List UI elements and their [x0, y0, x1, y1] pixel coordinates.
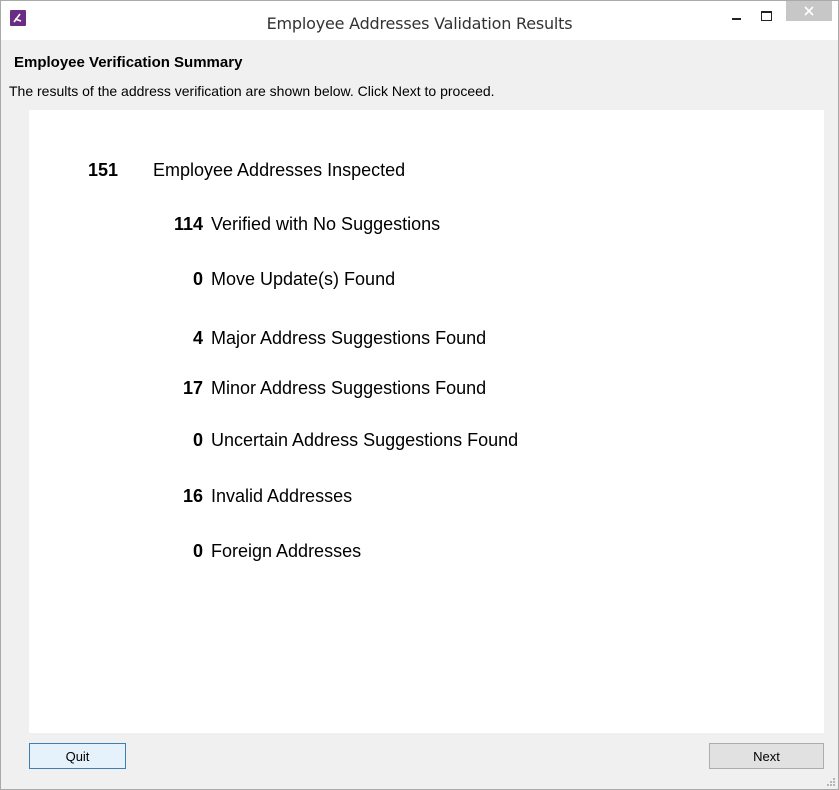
result-row-minor-suggestions: 17 Minor Address Suggestions Found [29, 378, 824, 402]
maximize-icon [761, 11, 772, 21]
summary-description: The results of the address verification … [9, 83, 495, 99]
close-button[interactable] [786, 1, 832, 21]
result-count: 0 [192, 541, 203, 561]
result-row-verified: 114 Verified with No Suggestions [29, 214, 824, 238]
result-label: Invalid Addresses [211, 486, 353, 506]
minimize-button[interactable] [724, 1, 750, 31]
result-row-foreign: 0 Foreign Addresses [29, 541, 824, 565]
result-label: Verified with No Suggestions [211, 214, 441, 234]
result-row-major-suggestions: 4 Major Address Suggestions Found [29, 328, 824, 352]
result-count: 0 [192, 269, 203, 289]
result-label: Foreign Addresses [211, 541, 362, 561]
result-count: 114 [173, 214, 203, 234]
result-count: 0 [192, 430, 203, 450]
window-title: Employee Addresses Validation Results [266, 14, 573, 33]
result-label: Uncertain Address Suggestions Found [211, 430, 519, 450]
next-button[interactable]: Next [709, 743, 824, 769]
title-bar[interactable]: Employee Addresses Validation Results [1, 1, 838, 40]
result-row-invalid: 16 Invalid Addresses [29, 486, 824, 510]
total-count: 151 [88, 160, 119, 180]
quit-button[interactable]: Quit [29, 743, 126, 769]
result-label: Move Update(s) Found [211, 269, 396, 289]
result-label: Minor Address Suggestions Found [211, 378, 487, 398]
summary-heading: Employee Verification Summary [14, 54, 243, 71]
maximize-button[interactable] [754, 1, 780, 31]
result-row-move-updates: 0 Move Update(s) Found [29, 269, 824, 293]
result-label: Major Address Suggestions Found [211, 328, 487, 348]
close-icon [804, 6, 814, 16]
result-count: 16 [182, 486, 203, 506]
minimize-icon [732, 18, 741, 20]
result-count: 4 [192, 328, 203, 348]
total-label: Employee Addresses Inspected [153, 160, 406, 180]
result-row-uncertain-suggestions: 0 Uncertain Address Suggestions Found [29, 430, 824, 454]
result-count: 17 [182, 378, 203, 398]
resize-grip-icon[interactable] [826, 777, 836, 787]
dialog-window: Employee Addresses Validation Results Em… [0, 0, 839, 790]
results-panel: 151 Employee Addresses Inspected 114 Ver… [29, 110, 824, 733]
